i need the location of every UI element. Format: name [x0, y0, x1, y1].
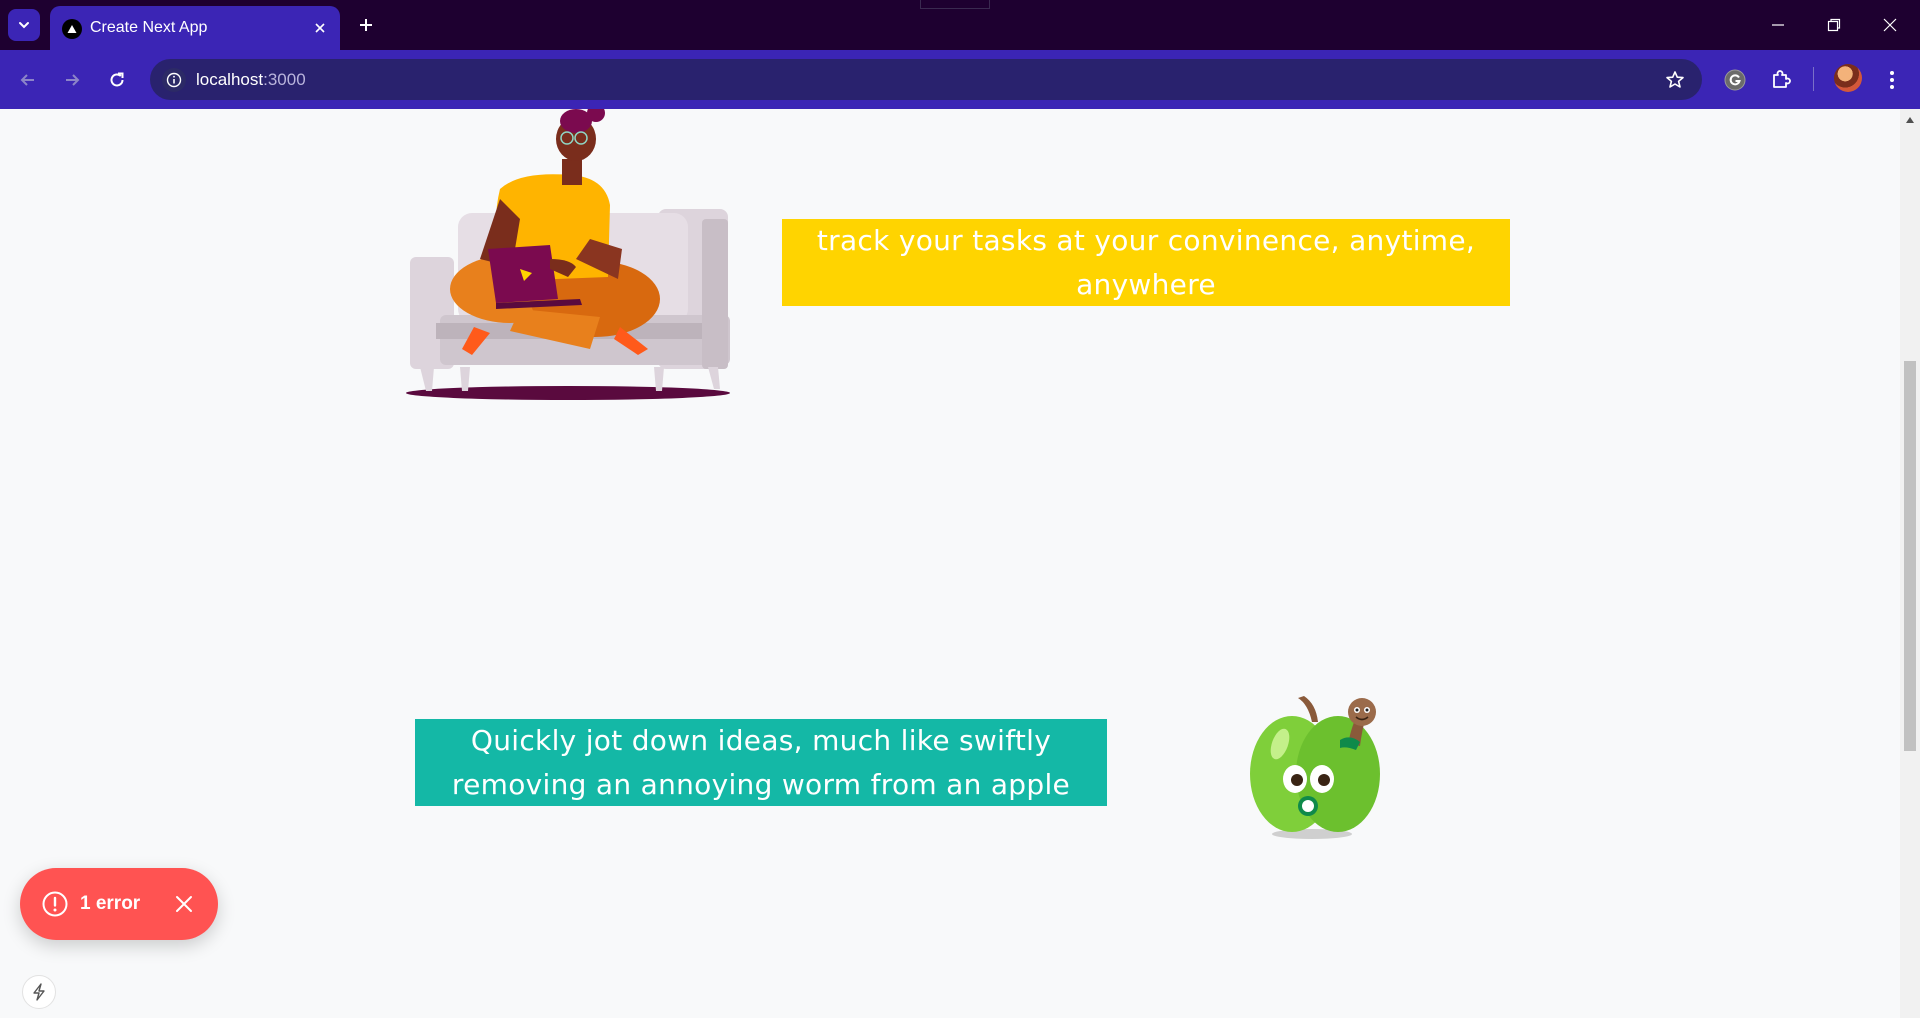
chevron-down-icon — [19, 22, 29, 29]
page-viewport: track your tasks at your convinence, any… — [0, 109, 1900, 1018]
close-icon — [315, 23, 325, 33]
url-port: :3000 — [263, 70, 306, 89]
puzzle-icon — [1773, 70, 1791, 88]
page-scrollbar[interactable] — [1900, 109, 1920, 1018]
scroll-up-arrow[interactable] — [1904, 115, 1916, 125]
feature-banner-track-tasks: track your tasks at your convinence, any… — [782, 219, 1510, 306]
tab-search-button[interactable] — [8, 9, 40, 41]
arrow-left-icon — [20, 74, 34, 86]
address-bar[interactable]: localhost:3000 — [150, 59, 1702, 100]
triangle-logo-icon — [62, 19, 82, 39]
tab-title: Create Next App — [90, 19, 208, 36]
toolbar-separator — [1813, 67, 1814, 91]
star-icon — [1666, 71, 1684, 88]
reload-button[interactable] — [101, 64, 133, 96]
plus-icon — [360, 19, 372, 31]
browser-menu-button[interactable] — [1876, 64, 1908, 96]
minimize-icon — [1772, 24, 1784, 26]
error-toast[interactable]: 1 error — [20, 868, 218, 940]
reload-icon — [110, 72, 124, 87]
browser-titlebar: Create Next App — [0, 0, 1920, 50]
close-window-button[interactable] — [1870, 8, 1910, 42]
browser-tab[interactable]: Create Next App — [50, 6, 340, 50]
scrollbar-thumb[interactable] — [1904, 361, 1916, 751]
site-info-button[interactable] — [162, 68, 186, 92]
feature-banner-jot-ideas: Quickly jot down ideas, much like swiftl… — [415, 719, 1107, 806]
grammarly-button[interactable] — [1719, 64, 1751, 96]
restore-button[interactable] — [1814, 8, 1854, 42]
bookmark-button[interactable] — [1662, 67, 1688, 93]
tab-close-button[interactable] — [308, 16, 332, 40]
profile-avatar[interactable] — [1834, 64, 1862, 92]
back-button[interactable] — [12, 64, 44, 96]
error-dismiss-button[interactable] — [170, 890, 198, 918]
new-tab-button[interactable] — [352, 11, 380, 39]
apple-with-worm-illustration — [1250, 696, 1380, 839]
close-icon — [176, 896, 193, 912]
window-drag-handle[interactable] — [920, 0, 990, 9]
extensions-button[interactable] — [1765, 64, 1797, 96]
error-count-label: 1 error — [80, 893, 141, 914]
alert-circle-icon — [40, 889, 70, 919]
dev-tools-indicator[interactable] — [22, 975, 56, 1009]
forward-button[interactable] — [56, 64, 88, 96]
browser-toolbar: localhost:3000 — [0, 50, 1920, 109]
restore-icon — [1827, 18, 1841, 32]
url-text: localhost:3000 — [196, 70, 306, 90]
woman-on-sofa-illustration — [406, 109, 730, 400]
arrow-right-icon — [66, 74, 80, 86]
info-icon — [166, 72, 182, 88]
kebab-menu-icon — [1890, 71, 1894, 89]
url-host: localhost — [196, 70, 264, 89]
grammarly-icon — [1724, 69, 1746, 91]
triangle-up-icon — [1906, 117, 1914, 123]
minimize-button[interactable] — [1758, 8, 1798, 42]
close-icon — [1883, 18, 1897, 32]
lightning-icon — [33, 983, 45, 1001]
